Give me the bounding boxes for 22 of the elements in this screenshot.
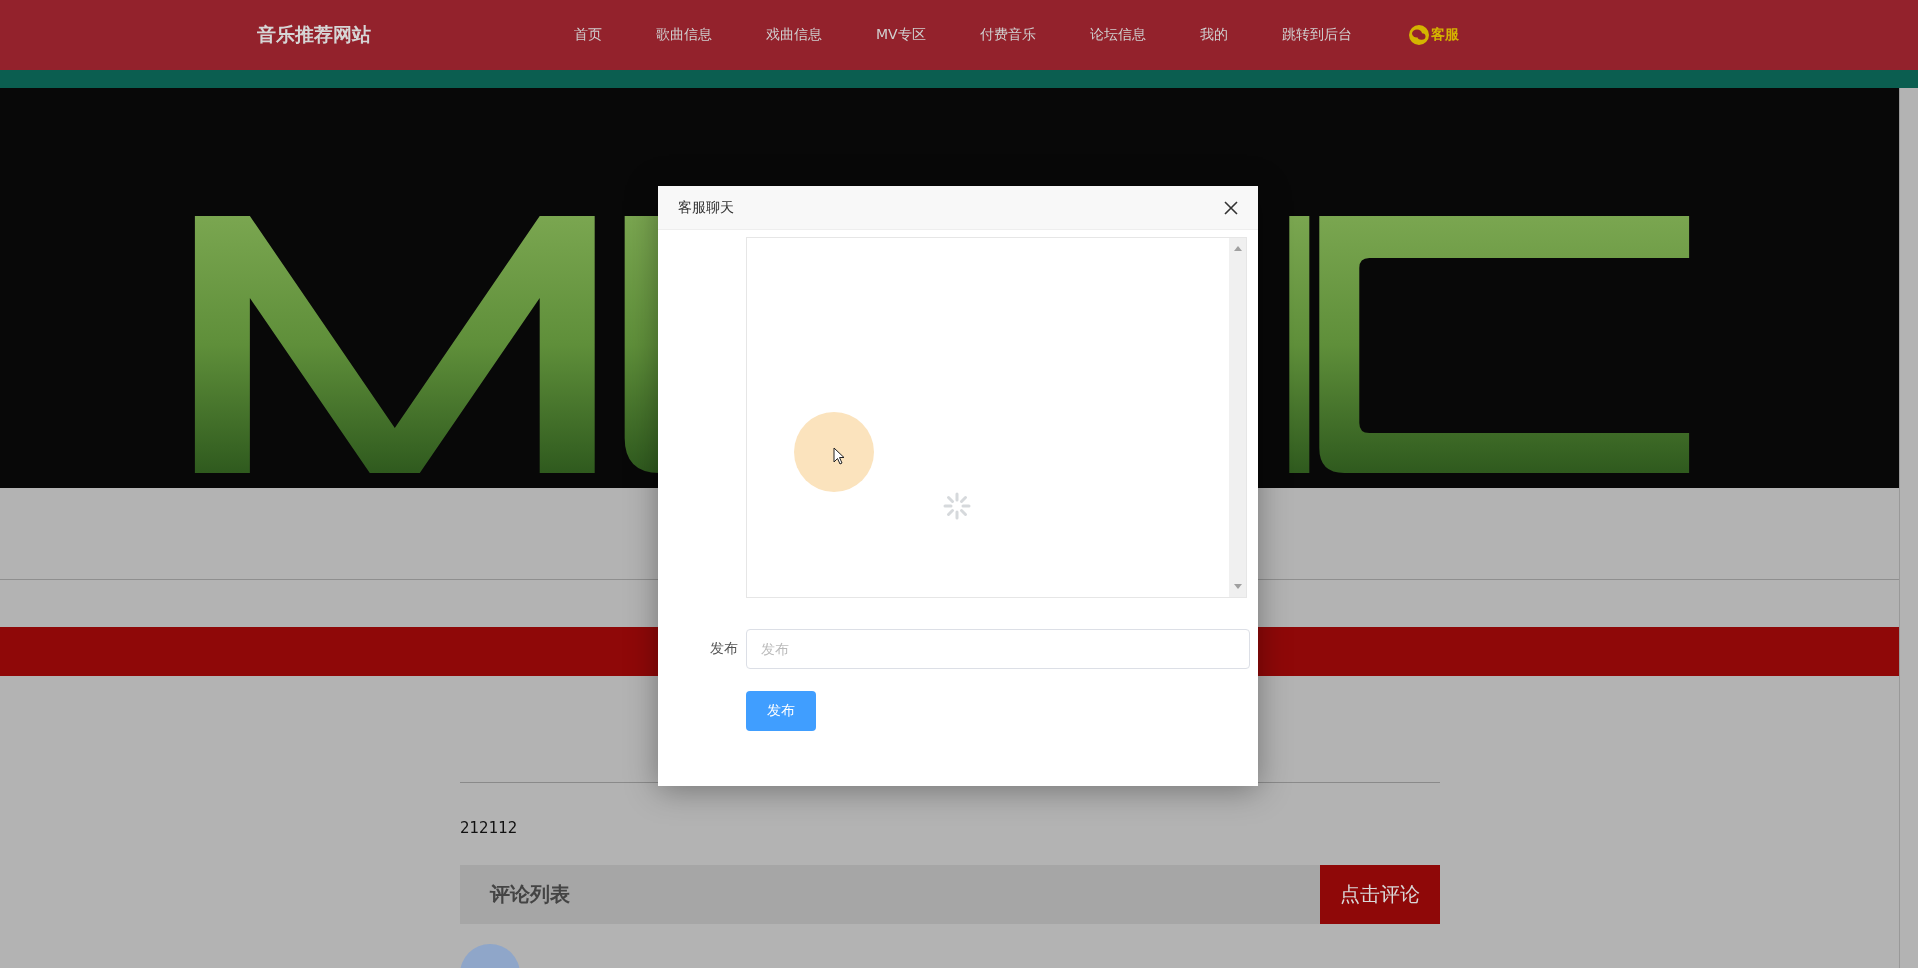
message-label: 发布 (709, 640, 738, 658)
cursor-icon (833, 447, 845, 465)
close-icon[interactable] (1224, 200, 1238, 215)
detail-text: 212112 (460, 819, 519, 837)
nav-link[interactable]: 我的 (1172, 25, 1255, 45)
scroll-up-icon[interactable] (1233, 246, 1242, 251)
site-title[interactable]: 音乐推荐网站 (257, 22, 537, 48)
nav-link[interactable]: 论坛信息 (1062, 25, 1173, 45)
service-link[interactable]: 客服 (1378, 25, 1486, 45)
nav-link[interactable]: MV专区 (849, 25, 953, 45)
nav-link[interactable]: 歌曲信息 (629, 25, 739, 45)
dialog-title: 客服聊天 (678, 198, 734, 217)
scroll-down-icon[interactable] (1233, 584, 1242, 589)
nav-link[interactable]: 付费音乐 (952, 25, 1063, 45)
chat-icon (1408, 25, 1429, 45)
nav-link[interactable]: 戏曲信息 (739, 25, 849, 45)
comment-list-title: 评论列表 (490, 881, 570, 908)
nav-link[interactable]: 跳转到后台 (1254, 25, 1379, 45)
nav-link[interactable]: 首页 (547, 25, 629, 45)
comment-button[interactable]: 点击评论 (1320, 865, 1440, 924)
message-input[interactable]: 发布 (746, 629, 1250, 669)
loading-spinner-icon (942, 491, 972, 521)
